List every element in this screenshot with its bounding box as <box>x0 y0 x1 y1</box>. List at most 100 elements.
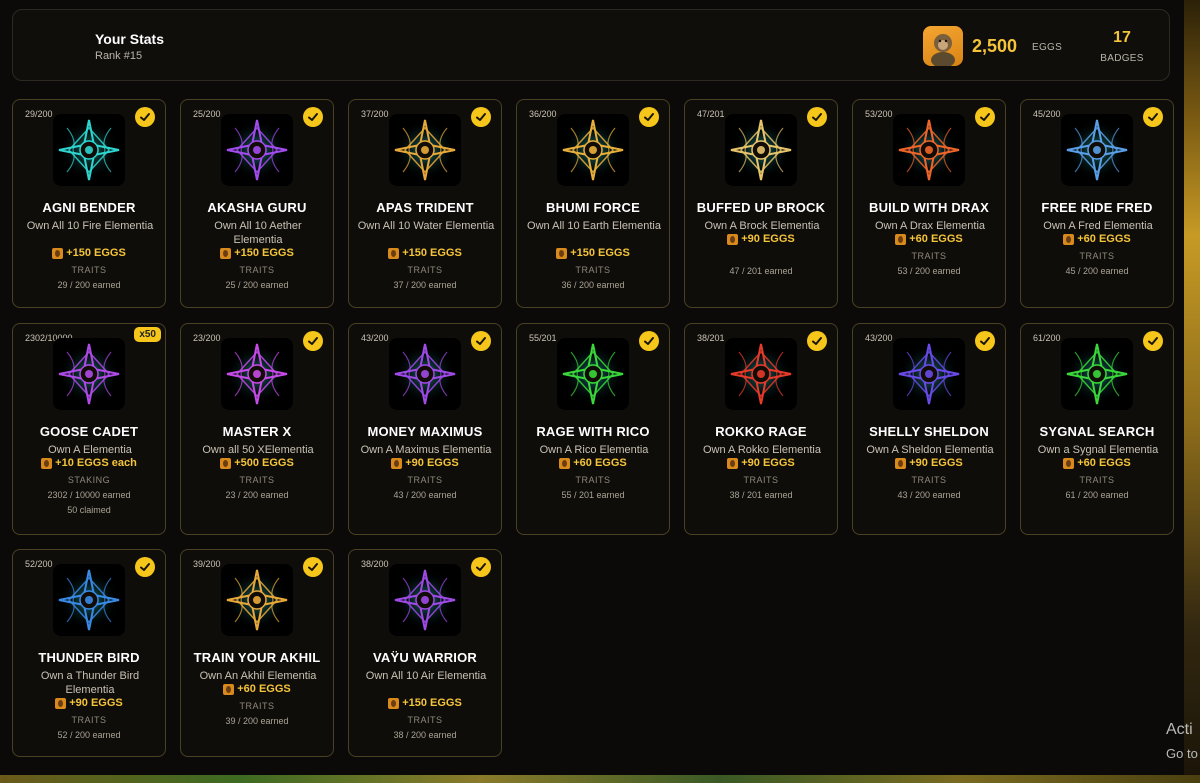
badge-category: TRAITS <box>239 265 275 275</box>
egg-icon <box>41 457 53 469</box>
badge-progress: 25/200 <box>193 109 221 119</box>
badge-card[interactable]: 53/200 BUILD WITH DRAX Own A Drax Elementi… <box>852 99 1006 308</box>
reward-amount: +60 EGGS <box>1077 457 1131 469</box>
badge-card[interactable]: 25/200 AKASHA GURU Own All 10 Aether Eleme… <box>180 99 334 308</box>
badge-description: Own A Elementia <box>48 444 132 456</box>
earned-count: 43 / 200 earned <box>393 490 457 500</box>
check-icon <box>639 107 659 127</box>
earned-count: 38 / 201 earned <box>729 490 793 500</box>
reward-amount: +150 EGGS <box>570 247 630 259</box>
egg-icon <box>220 247 232 259</box>
reward-amount: +90 EGGS <box>405 457 459 469</box>
badge-card[interactable]: 39/200 TRAIN YOUR AKHIL Own An Akhil Eleme… <box>180 549 334 757</box>
avatar[interactable] <box>923 26 963 66</box>
badge-emblem-icon <box>1061 338 1133 410</box>
badge-emblem-icon <box>389 114 461 186</box>
badge-card[interactable]: 47/201 BUFFED UP BROCK Own A Brock Element… <box>684 99 838 308</box>
check-icon <box>303 331 323 351</box>
badge-card[interactable]: 61/200 SYGNAL SEARCH Own a Sygnal Elementi… <box>1020 323 1174 535</box>
badge-card[interactable]: 37/200 APAS TRIDENT Own All 10 Water Eleme… <box>348 99 502 308</box>
egg-icon <box>727 457 739 469</box>
badge-progress: 39/200 <box>193 559 221 569</box>
badge-card[interactable]: 52/200 THUNDER BIRD Own a Thunder Bird Ele… <box>12 549 166 757</box>
badge-category: TRAITS <box>1079 475 1115 485</box>
badge-reward: +90 EGGS <box>853 457 1005 469</box>
badge-reward: +90 EGGS <box>685 457 837 469</box>
badge-description: Own A Drax Elementia <box>874 220 986 232</box>
check-icon <box>303 557 323 577</box>
reward-amount: +60 EGGS <box>237 683 291 695</box>
badge-card[interactable]: 29/200 AGNI BENDER Own All 10 Fire Element… <box>12 99 166 308</box>
badge-progress: 29/200 <box>25 109 53 119</box>
badge-description: Own A Fred Elementia <box>1043 220 1153 232</box>
badge-emblem-icon <box>221 564 293 636</box>
badge-name: BUILD WITH DRAX <box>869 200 989 215</box>
badge-reward: +500 EGGS <box>181 457 333 469</box>
earned-count: 23 / 200 earned <box>225 490 289 500</box>
badge-progress: 38/201 <box>697 333 725 343</box>
badge-name: AKASHA GURU <box>207 200 307 215</box>
badge-name: MASTER X <box>222 424 292 439</box>
reward-amount: +90 EGGS <box>909 457 963 469</box>
egg-icon <box>52 247 64 259</box>
badge-emblem-icon <box>1061 114 1133 186</box>
multiplier-badge: x50 <box>134 327 161 342</box>
badge-grid: 29/200 AGNI BENDER Own All 10 Fire Element… <box>12 99 1182 779</box>
stats-header: Your Stats Rank #15 2,500 EGGS 17 BADGES <box>12 9 1170 81</box>
earned-count: 29 / 200 earned <box>57 280 121 290</box>
badge-card[interactable]: 43/200 SHELLY SHELDON Own A Sheldon Elemen… <box>852 323 1006 535</box>
badge-category: TRAITS <box>575 265 611 275</box>
egg-icon <box>895 457 907 469</box>
reward-amount: +60 EGGS <box>909 233 963 245</box>
badge-card[interactable]: 45/200 FREE RIDE FRED Own A Fred Elementia… <box>1020 99 1174 308</box>
reward-amount: +90 EGGS <box>69 697 123 709</box>
egg-icon <box>55 697 67 709</box>
windows-activation-watermark: Acti Go to <box>1166 718 1200 766</box>
rank-label: Rank #15 <box>95 50 143 62</box>
badge-category: TRAITS <box>911 475 947 485</box>
badge-card[interactable]: 38/201 ROKKO RAGE Own A Rokko Elementia +90… <box>684 323 838 535</box>
check-icon <box>471 107 491 127</box>
badge-progress: 23/200 <box>193 333 221 343</box>
badge-description: Own All 10 Fire Elementia <box>26 220 154 232</box>
badge-card[interactable]: 38/200 VAŸU WARRIOR Own All 10 Air Element… <box>348 549 502 757</box>
check-icon <box>975 107 995 127</box>
check-icon <box>135 557 155 577</box>
badge-progress: 43/200 <box>865 333 893 343</box>
badge-category: TRAITS <box>71 715 107 725</box>
badges-count: 17 <box>1113 29 1131 46</box>
badge-progress: 43/200 <box>361 333 389 343</box>
reward-amount: +150 EGGS <box>66 247 126 259</box>
check-icon <box>471 331 491 351</box>
badge-card[interactable]: 55/201 RAGE WITH RICO Own A Rico Elementia… <box>516 323 670 535</box>
reward-amount: +10 EGGS each <box>55 457 137 469</box>
earned-count: 39 / 200 earned <box>225 716 289 726</box>
egg-icon <box>895 233 907 245</box>
badge-emblem-icon <box>557 338 629 410</box>
badge-progress: 45/200 <box>1033 109 1061 119</box>
badge-card[interactable]: 43/200 MONEY MAXIMUS Own A Maximus Element… <box>348 323 502 535</box>
badge-card[interactable]: 23/200 MASTER X Own all 50 XElementia +500 … <box>180 323 334 535</box>
badge-progress: 55/201 <box>529 333 557 343</box>
badge-name: GOOSE CADET <box>39 424 139 439</box>
badge-reward: +90 EGGS <box>13 697 165 709</box>
badge-reward: +60 EGGS <box>181 683 333 695</box>
badge-card[interactable]: 2302/10000 x50 GOOSE CADET Own A Elementia +… <box>12 323 166 535</box>
badge-name: SYGNAL SEARCH <box>1039 424 1155 439</box>
badge-progress: 36/200 <box>529 109 557 119</box>
reward-amount: +150 EGGS <box>234 247 294 259</box>
badge-category: TRAITS <box>239 701 275 711</box>
earned-count: 38 / 200 earned <box>393 730 457 740</box>
badge-progress: 61/200 <box>1033 333 1061 343</box>
badge-reward: +90 EGGS <box>685 233 837 245</box>
egg-icon <box>388 247 400 259</box>
badge-emblem-icon <box>893 338 965 410</box>
reward-amount: +60 EGGS <box>573 457 627 469</box>
badge-card[interactable]: 36/200 BHUMI FORCE Own All 10 Earth Elemen… <box>516 99 670 308</box>
eggs-balance: 2,500 <box>972 36 1018 56</box>
check-icon <box>135 107 155 127</box>
badge-description: Own all 50 XElementia <box>202 444 314 456</box>
badge-name: THUNDER BIRD <box>38 650 140 665</box>
badge-category: STAKING <box>67 475 111 485</box>
egg-icon <box>556 247 568 259</box>
